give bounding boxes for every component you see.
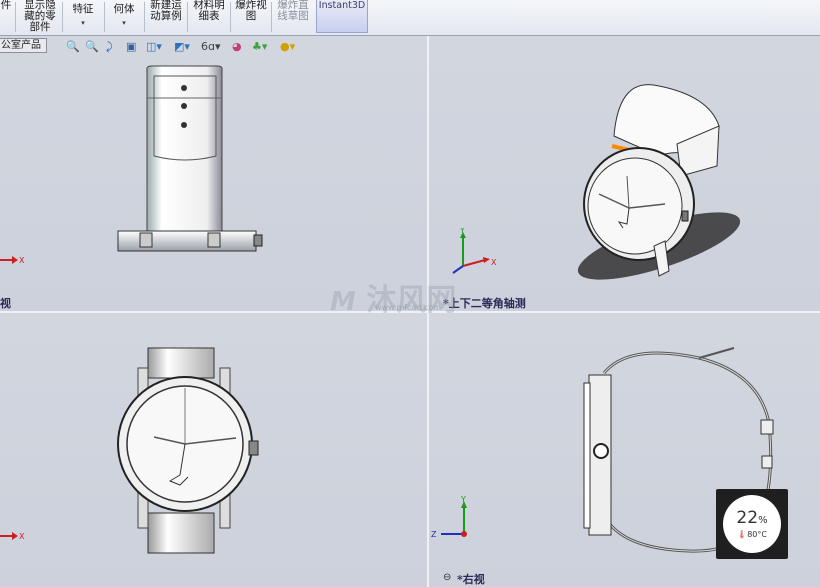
heads-up-view-toolbar: 🔍 🔍 ⤸ ▣ ◫▾ ◩▾ 6ɑ▾ ◕ ♣▾ ●▾ bbox=[66, 40, 306, 56]
triad-y-label: Y bbox=[459, 228, 465, 235]
bill-of-materials-button[interactable]: 材料明 细表 bbox=[191, 0, 227, 34]
coordinate-triad: X bbox=[0, 532, 25, 541]
view-settings-icon[interactable]: ●▾ bbox=[280, 40, 295, 53]
viewport-bottom-left[interactable]: X bbox=[0, 313, 427, 587]
ribbon-separator bbox=[230, 2, 231, 32]
apply-scene-icon[interactable]: ♣▾ bbox=[252, 40, 267, 53]
show-hidden-components-button[interactable]: 显示隐 藏的零 部件 bbox=[22, 0, 58, 34]
feature-tree-tab[interactable]: 公室产品 bbox=[0, 38, 47, 53]
dropdown-arrow-icon[interactable]: ▾ bbox=[68, 18, 98, 29]
watch-front-view bbox=[117, 347, 259, 554]
hide-show-icon[interactable]: 6ɑ▾ bbox=[201, 40, 221, 53]
viewport-label: 视 bbox=[0, 297, 11, 310]
coordinate-triad: X bbox=[0, 256, 25, 265]
viewport-top-left[interactable]: X 视 bbox=[0, 36, 427, 311]
ribbon-separator bbox=[104, 2, 105, 32]
previous-view-icon[interactable]: ⤸ bbox=[106, 40, 113, 54]
ribbon-separator bbox=[271, 2, 272, 32]
temperature-readout: 🌡80°C bbox=[737, 530, 767, 539]
watermark-url: www.mfcad.com bbox=[375, 303, 442, 312]
ribbon-separator bbox=[62, 2, 63, 32]
reference-geometry-button[interactable]: 何体 ▾ bbox=[110, 0, 138, 34]
viewport-label: *右视 bbox=[457, 573, 485, 586]
triad-x-label: X bbox=[19, 256, 25, 265]
system-monitor-widget[interactable]: 22% 🌡80°C bbox=[716, 489, 788, 559]
link-icon[interactable]: ⊖ bbox=[443, 572, 451, 583]
triad-y-label: Y bbox=[460, 496, 466, 504]
zoom-area-icon[interactable]: 🔍 bbox=[85, 40, 99, 53]
usage-percent: 22% bbox=[736, 508, 768, 528]
ribbon-separator bbox=[187, 2, 188, 32]
ribbon-separator bbox=[144, 2, 145, 32]
triad-x-label: X bbox=[19, 532, 25, 541]
view-orientation-icon[interactable]: ◫▾ bbox=[146, 40, 162, 53]
watermark-text: 沐风网 bbox=[366, 283, 457, 318]
watermark-mf-icon: M bbox=[330, 287, 356, 317]
thermometer-icon: 🌡 bbox=[737, 530, 748, 539]
dropdown-arrow-icon[interactable]: ▾ bbox=[110, 18, 138, 29]
display-style-icon[interactable]: ◩▾ bbox=[174, 40, 190, 53]
watch-front-top-view bbox=[117, 65, 263, 252]
zoom-to-fit-icon[interactable]: 🔍 bbox=[66, 40, 80, 53]
viewport-top-right[interactable]: Y X *上下二等角轴测 bbox=[429, 36, 820, 311]
coordinate-triad: Y Z bbox=[431, 496, 467, 539]
section-view-icon[interactable]: ▣ bbox=[126, 40, 136, 53]
coordinate-triad: Y X bbox=[452, 228, 497, 274]
explode-line-sketch-button[interactable]: 爆炸直 线草图 bbox=[274, 0, 312, 34]
ribbon-separator bbox=[15, 2, 16, 32]
command-manager-ribbon: 件 显示隐 藏的零 部件 特征 ▾ 何体 ▾ 新建运 动算例 材料明 细表 爆炸… bbox=[0, 0, 820, 36]
triad-x-label: X bbox=[491, 258, 497, 267]
exploded-view-button[interactable]: 爆炸视 图 bbox=[233, 0, 269, 34]
new-motion-study-button[interactable]: 新建运 动算例 bbox=[148, 0, 184, 34]
assembly-features-button[interactable]: 特征 ▾ bbox=[68, 0, 98, 34]
instant3d-button[interactable]: Instant3D bbox=[316, 0, 368, 33]
edit-appearance-icon[interactable]: ◕ bbox=[232, 40, 242, 53]
ribbon-button-part[interactable]: 件 bbox=[0, 0, 12, 34]
triad-z-label: Z bbox=[431, 530, 437, 539]
